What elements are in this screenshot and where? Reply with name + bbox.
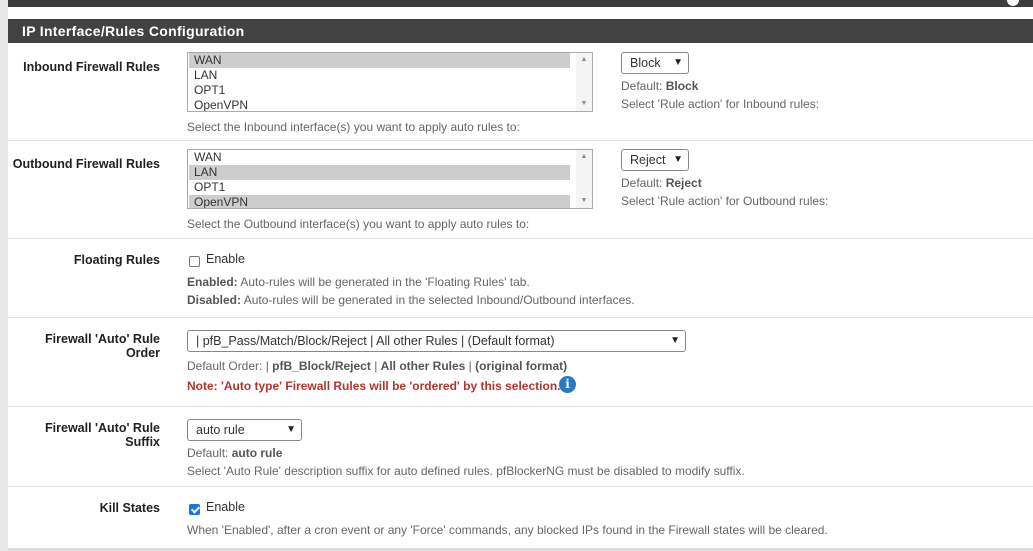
floating-enable-checkbox[interactable] [189, 256, 200, 267]
inbound-interface-option[interactable]: OPT1 [189, 83, 570, 98]
kill-states-enable-label[interactable]: Enable [206, 500, 245, 514]
floating-rules-row: Floating Rules Enable Enabled: Auto-rule… [8, 238, 1033, 318]
previous-panel-header [8, 0, 1033, 7]
floating-disabled-help: Disabled: Auto-rules will be generated i… [187, 293, 635, 307]
chevron-down-icon: ▼ [670, 335, 680, 346]
inbound-interface-option[interactable]: WAN [189, 53, 570, 68]
outbound-interface-option[interactable]: LAN [189, 165, 570, 180]
outbound-rule-action-select[interactable]: Reject ▼ [621, 149, 689, 171]
info-icon[interactable]: i [559, 376, 576, 393]
kill-states-checkbox[interactable] [189, 504, 200, 515]
outbound-interface-option[interactable]: OpenVPN [189, 195, 570, 208]
rule-suffix-row: Firewall 'Auto' Rule Suffix auto rule ▼ … [8, 406, 1033, 487]
kill-states-help: When 'Enabled', after a cron event or an… [187, 523, 828, 537]
rule-suffix-select[interactable]: auto rule ▼ [187, 419, 302, 441]
inbound-default-text: Default: Block [621, 79, 699, 93]
outbound-interface-option[interactable]: OPT1 [189, 180, 570, 195]
outbound-help-text: Select the Outbound interface(s) you wan… [187, 217, 530, 231]
scroll-up-icon[interactable]: ▲ [576, 54, 592, 66]
outbound-action-help: Select 'Rule action' for Outbound rules: [621, 194, 829, 208]
listbox-scrollbar[interactable]: ▲ ▼ [576, 150, 592, 208]
chevron-down-icon: ▼ [673, 154, 683, 165]
outbound-firewall-rules-row: Outbound Firewall Rules WAN LAN OPT1 Ope… [8, 140, 1033, 239]
inbound-interfaces-listbox[interactable]: WAN LAN OPT1 OpenVPN ▲ ▼ [187, 52, 593, 112]
scroll-down-icon[interactable]: ▼ [576, 98, 592, 110]
rule-order-row: Firewall 'Auto' Rule Order | pfB_Pass/Ma… [8, 317, 1033, 407]
panel-title: IP Interface/Rules Configuration [8, 19, 1033, 43]
ip-interface-rules-panel: IP Interface/Rules Configuration Inbound… [8, 7, 1033, 548]
outbound-default-text: Default: Reject [621, 176, 702, 190]
outbound-interface-option[interactable]: WAN [189, 150, 570, 165]
rule-order-note: Note: 'Auto type' Firewall Rules will be… [187, 379, 561, 393]
inbound-firewall-rules-label: Inbound Firewall Rules [23, 60, 160, 74]
scroll-down-icon[interactable]: ▼ [576, 195, 592, 207]
inbound-action-help: Select 'Rule action' for Inbound rules: [621, 97, 820, 111]
inbound-firewall-rules-row: Inbound Firewall Rules WAN LAN OPT1 Open… [8, 43, 1033, 141]
inbound-help-text: Select the Inbound interface(s) you want… [187, 120, 520, 134]
kill-states-row: Kill States Enable When 'Enabled', after… [8, 486, 1033, 548]
rule-order-label: Firewall 'Auto' Rule Order [45, 332, 160, 360]
outbound-rule-action-value: Reject [630, 153, 666, 167]
kill-states-label: Kill States [99, 501, 160, 515]
inbound-rule-action-select[interactable]: Block ▼ [621, 52, 689, 74]
rule-order-select[interactable]: | pfB_Pass/Match/Block/Reject | All othe… [187, 330, 686, 352]
scroll-up-icon[interactable]: ▲ [576, 151, 592, 163]
floating-enabled-help: Enabled: Auto-rules will be generated in… [187, 275, 530, 289]
rule-order-value: | pfB_Pass/Match/Block/Reject | All othe… [196, 334, 555, 348]
chevron-down-icon: ▼ [286, 424, 296, 435]
inbound-interface-option[interactable]: LAN [189, 68, 570, 83]
rule-suffix-help: Select 'Auto Rule' description suffix fo… [187, 464, 745, 478]
floating-rules-label: Floating Rules [73, 253, 160, 267]
rule-suffix-value: auto rule [196, 423, 245, 437]
outbound-firewall-rules-label: Outbound Firewall Rules [12, 157, 160, 171]
collapse-icon[interactable] [1007, 0, 1019, 6]
listbox-scrollbar[interactable]: ▲ ▼ [576, 53, 592, 111]
floating-enable-label[interactable]: Enable [206, 252, 245, 266]
chevron-down-icon: ▼ [673, 57, 683, 68]
outbound-interfaces-listbox[interactable]: WAN LAN OPT1 OpenVPN ▲ ▼ [187, 149, 593, 209]
inbound-interface-option[interactable]: OpenVPN [189, 98, 570, 111]
rule-suffix-label: Firewall 'Auto' Rule Suffix [45, 421, 160, 449]
rule-suffix-default: Default: auto rule [187, 446, 283, 460]
inbound-rule-action-value: Block [630, 56, 661, 70]
rule-order-default: Default Order: | pfB_Block/Reject | All … [187, 359, 568, 373]
